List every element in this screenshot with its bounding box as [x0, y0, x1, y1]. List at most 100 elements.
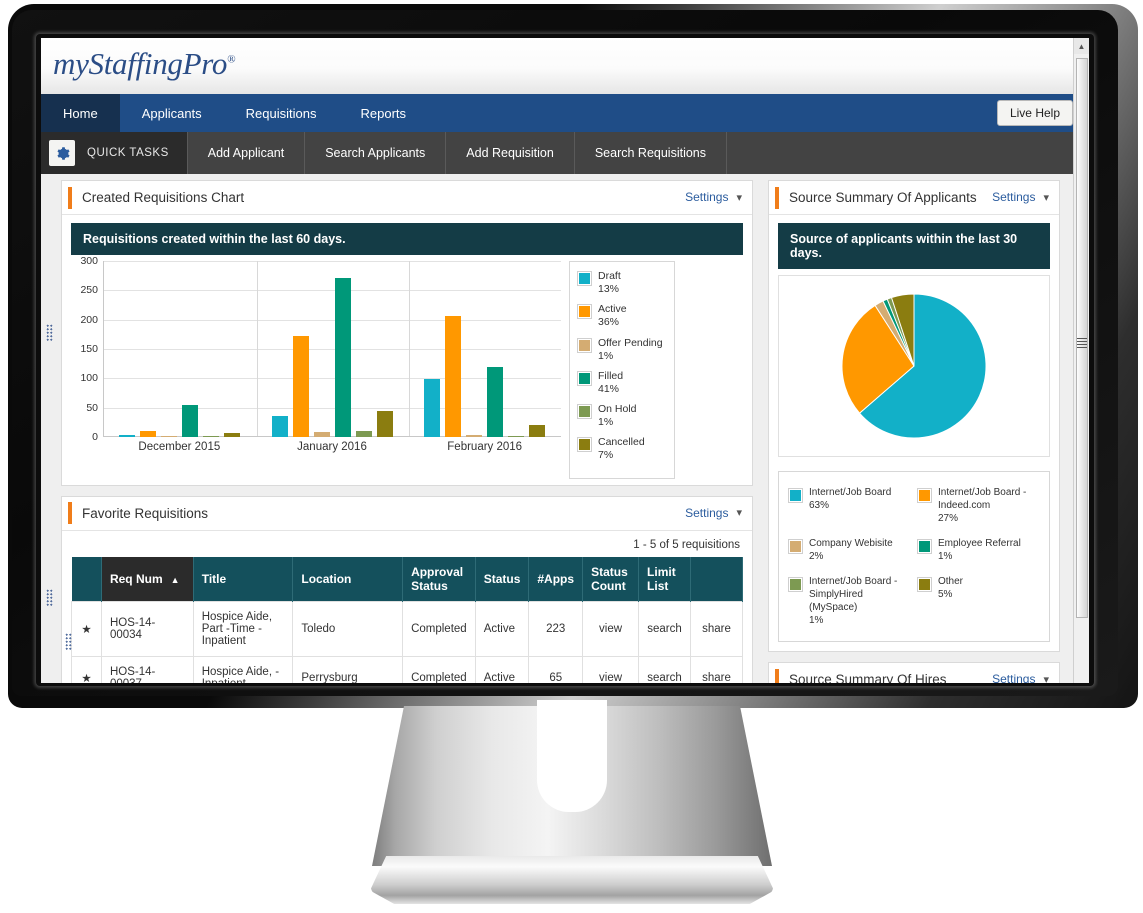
- quick-tasks-tile[interactable]: QUICK TASKS: [41, 132, 187, 174]
- table-column-header[interactable]: #Apps: [528, 556, 584, 601]
- legend-item[interactable]: Offer Pending 1%: [576, 337, 668, 363]
- legend-item[interactable]: Active 36%: [576, 303, 668, 329]
- live-help-button[interactable]: Live Help: [996, 100, 1073, 126]
- limit-list-search-link[interactable]: search: [638, 600, 692, 657]
- panel-settings-button[interactable]: Settings ▾: [992, 672, 1049, 683]
- legend-label: Company Webisite 2%: [809, 538, 893, 562]
- legend-item[interactable]: Other 5%: [914, 569, 1043, 633]
- table-column-header[interactable]: Title: [193, 556, 294, 601]
- legend-item[interactable]: Employee Referral 1%: [914, 531, 1043, 569]
- req-apps-link[interactable]: 223: [528, 600, 584, 657]
- bar[interactable]: [466, 434, 483, 437]
- legend-item[interactable]: On Hold 1%: [576, 403, 668, 429]
- req-location: Perrysburg: [292, 655, 404, 683]
- bar[interactable]: [376, 410, 393, 437]
- quick-task-search-requisitions[interactable]: Search Requisitions: [573, 132, 726, 174]
- bar-group: [256, 261, 409, 437]
- favorite-star-icon[interactable]: ★: [71, 600, 102, 657]
- legend-label: Offer Pending 1%: [598, 336, 663, 362]
- legend-swatch: [789, 578, 802, 591]
- panel-drag-handle[interactable]: [65, 633, 72, 651]
- quick-task-add-requisition[interactable]: Add Requisition: [445, 132, 574, 174]
- status-count-view-link[interactable]: view: [582, 655, 640, 683]
- main-navigation: Home Applicants Requisitions Reports Liv…: [41, 94, 1089, 132]
- nav-item-applicants[interactable]: Applicants: [120, 94, 224, 132]
- chart-banner: Requisitions created within the last 60 …: [71, 223, 743, 255]
- share-link[interactable]: share: [690, 600, 743, 657]
- bar[interactable]: [313, 432, 330, 437]
- panel-settings-button[interactable]: Settings ▾: [685, 506, 742, 520]
- nav-item-requisitions[interactable]: Requisitions: [224, 94, 339, 132]
- table-column-header[interactable]: Limit List: [638, 556, 692, 601]
- bar[interactable]: [529, 425, 546, 437]
- share-link[interactable]: share: [690, 655, 743, 683]
- nav-label: Requisitions: [245, 105, 317, 121]
- scroll-up-arrow-icon[interactable]: ▲: [1074, 38, 1089, 54]
- table-column-header[interactable]: [71, 556, 102, 601]
- table-column-header[interactable]: [690, 556, 743, 601]
- bar-group: [103, 261, 256, 437]
- chevron-down-icon: ▾: [1043, 673, 1049, 684]
- bar[interactable]: [334, 278, 351, 437]
- panel-title: Source Summary Of Hires: [789, 672, 947, 683]
- bar[interactable]: [355, 431, 372, 437]
- quick-task-search-applicants[interactable]: Search Applicants: [304, 132, 445, 174]
- req-num-link[interactable]: HOS-14-00037: [100, 655, 194, 683]
- settings-label: Settings: [992, 190, 1036, 204]
- status-count-view-link[interactable]: view: [582, 600, 640, 657]
- bar[interactable]: [508, 435, 525, 437]
- legend-swatch: [918, 540, 931, 553]
- legend-swatch: [918, 578, 931, 591]
- table-column-header[interactable]: Location: [292, 556, 404, 601]
- legend-item[interactable]: Internet/Job Board - SimplyHired (MySpac…: [785, 569, 914, 633]
- table-column-header[interactable]: Approval Status: [402, 556, 476, 601]
- nav-item-reports[interactable]: Reports: [339, 94, 429, 132]
- dashboard-left-column: Created Requisitions Chart Settings ▾ Re…: [46, 180, 753, 683]
- bar[interactable]: [118, 435, 135, 437]
- vertical-scrollbar[interactable]: ▲: [1073, 38, 1089, 683]
- legend-swatch: [578, 272, 591, 285]
- bar[interactable]: [271, 415, 288, 437]
- column-label: Req Num: [109, 571, 163, 586]
- bar[interactable]: [445, 315, 462, 437]
- table-column-header[interactable]: Req Num ▲: [101, 556, 194, 601]
- table-column-header[interactable]: Status Count: [582, 556, 640, 601]
- panel-source-summary-applicants: Source Summary Of Applicants Settings ▾ …: [768, 180, 1060, 652]
- bar[interactable]: [424, 378, 441, 437]
- legend-item[interactable]: Internet/Job Board - Indeed.com 27%: [914, 480, 1043, 531]
- req-apps-link[interactable]: 65: [528, 655, 584, 683]
- legend-item[interactable]: Company Webisite 2%: [785, 531, 914, 569]
- quick-task-add-applicant[interactable]: Add Applicant: [186, 132, 304, 174]
- bar[interactable]: [202, 436, 219, 437]
- legend-swatch: [578, 305, 591, 319]
- legend-item[interactable]: Internet/Job Board 63%: [785, 480, 914, 531]
- registered-mark: ®: [227, 53, 236, 66]
- favorite-star-icon[interactable]: ★: [71, 655, 102, 683]
- dashboard-right-column: Source Summary Of Applicants Settings ▾ …: [768, 180, 1060, 683]
- sort-ascending-icon: ▲: [170, 574, 180, 585]
- panel-accent-bar: [775, 668, 779, 683]
- legend-item[interactable]: Filled 41%: [576, 370, 668, 396]
- bar[interactable]: [139, 431, 156, 437]
- nav-item-home[interactable]: Home: [41, 94, 120, 132]
- legend-item[interactable]: Draft 13%: [576, 270, 668, 296]
- bar[interactable]: [487, 366, 504, 437]
- panel-settings-button[interactable]: Settings ▾: [685, 190, 742, 204]
- limit-list-search-link[interactable]: search: [638, 655, 692, 683]
- panel-drag-handle[interactable]: [46, 589, 53, 607]
- panel-drag-handle[interactable]: [46, 323, 53, 342]
- y-axis-tick: 50: [86, 401, 98, 414]
- legend-swatch: [918, 489, 931, 502]
- bar[interactable]: [223, 433, 240, 437]
- legend-label: Cancelled 7%: [598, 436, 645, 462]
- req-num-link[interactable]: HOS-14-00034: [100, 600, 194, 657]
- chart-banner: Source of applicants within the last 30 …: [778, 223, 1050, 269]
- bar[interactable]: [181, 405, 198, 437]
- panel-settings-button[interactable]: Settings ▾: [992, 190, 1049, 204]
- legend-item[interactable]: Cancelled 7%: [576, 436, 668, 462]
- panel-title: Created Requisitions Chart: [82, 190, 245, 205]
- bar[interactable]: [292, 335, 309, 437]
- bar[interactable]: [160, 436, 177, 437]
- table-column-header[interactable]: Status: [475, 556, 530, 601]
- monitor-frame: myStaffingPro® Home Applicants Requisiti…: [0, 0, 1143, 913]
